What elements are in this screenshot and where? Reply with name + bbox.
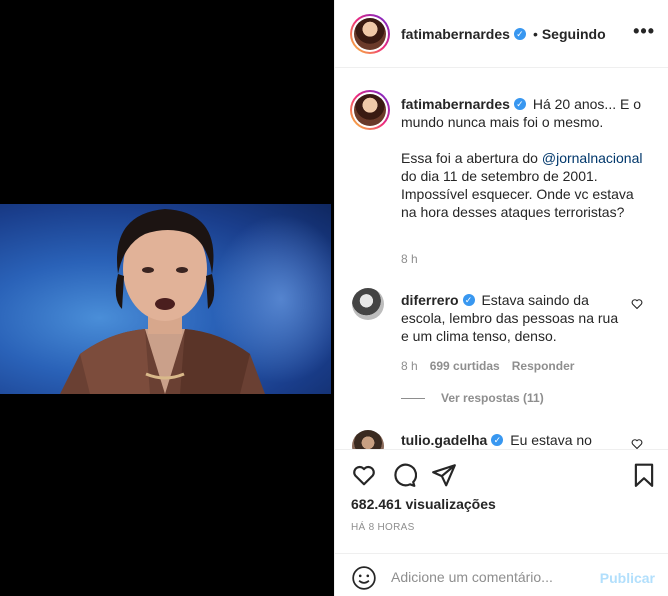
commenter-username[interactable]: tulio.gadelha xyxy=(401,432,487,448)
caption-author-avatar[interactable] xyxy=(350,90,390,130)
comment-like-heart-icon[interactable] xyxy=(631,438,643,449)
comment-icon[interactable] xyxy=(391,462,417,488)
replies-divider xyxy=(401,398,425,400)
caption-time: 8 h xyxy=(401,252,418,266)
verified-badge-icon: ✓ xyxy=(513,28,526,41)
bookmark-icon[interactable] xyxy=(631,462,657,488)
more-options-icon[interactable]: ••• xyxy=(633,22,655,40)
comment-time: 8 h xyxy=(401,359,418,373)
comment-item: tulio.gadelha ✓ Eu estava no xyxy=(401,431,621,449)
verified-badge-icon: ✓ xyxy=(462,294,475,307)
caption-username[interactable]: fatimabernardes xyxy=(401,96,510,112)
post-media[interactable] xyxy=(0,0,334,596)
dot-separator: • xyxy=(532,26,538,42)
commenter-username[interactable]: diferrero xyxy=(401,292,459,308)
comment-likes[interactable]: 699 curtidas xyxy=(430,359,500,373)
add-comment-bar: Publicar xyxy=(335,553,668,596)
comment-input[interactable] xyxy=(391,566,581,588)
publish-button[interactable]: Publicar xyxy=(600,570,655,586)
view-replies-button[interactable]: Ver respostas (11) xyxy=(401,391,544,405)
verified-badge-icon: ✓ xyxy=(513,98,526,111)
comment-text: Eu estava no xyxy=(510,432,592,448)
author-username[interactable]: fatimabernardes xyxy=(401,26,510,42)
smiley-icon[interactable] xyxy=(351,565,377,591)
video-frame[interactable] xyxy=(0,204,331,394)
post-time-ago[interactable]: HÁ 8 HORAS xyxy=(351,522,415,533)
comment-item: diferrero ✓ Estava saindo da escola, lemb… xyxy=(401,291,621,345)
comment-meta: 8 h 699 curtidas Responder xyxy=(401,359,586,373)
author-avatar[interactable] xyxy=(350,14,390,54)
reply-button[interactable]: Responder xyxy=(512,359,575,373)
author-line: fatimabernardes ✓ • Seguindo xyxy=(401,26,606,42)
post-caption: fatimabernardes ✓ Há 20 anos... E o mundo… xyxy=(401,95,651,239)
heart-icon[interactable] xyxy=(351,462,377,488)
following-button[interactable]: Seguindo xyxy=(542,26,606,42)
verified-badge-icon: ✓ xyxy=(491,434,504,447)
mention-link[interactable]: @jornalnacional xyxy=(542,150,643,166)
comments-section[interactable]: fatimabernardes ✓ Há 20 anos... E o mundo… xyxy=(335,69,668,449)
post-side-panel: fatimabernardes ✓ • Seguindo ••• fatimabern… xyxy=(334,0,668,596)
view-replies-label: Ver respostas (11) xyxy=(441,391,544,405)
comment-like-heart-icon[interactable] xyxy=(631,298,643,310)
post-header: fatimabernardes ✓ • Seguindo ••• xyxy=(335,0,668,68)
views-count[interactable]: 682.461 visualizações xyxy=(351,496,496,512)
send-icon[interactable] xyxy=(431,462,457,488)
commenter-avatar[interactable] xyxy=(352,288,384,320)
commenter-avatar[interactable] xyxy=(352,430,384,449)
caption-line-2-prefix: Essa foi a abertura do xyxy=(401,150,542,166)
post-actions: 682.461 visualizações HÁ 8 HORAS Publica… xyxy=(335,449,668,596)
news-anchor-image xyxy=(60,209,265,394)
